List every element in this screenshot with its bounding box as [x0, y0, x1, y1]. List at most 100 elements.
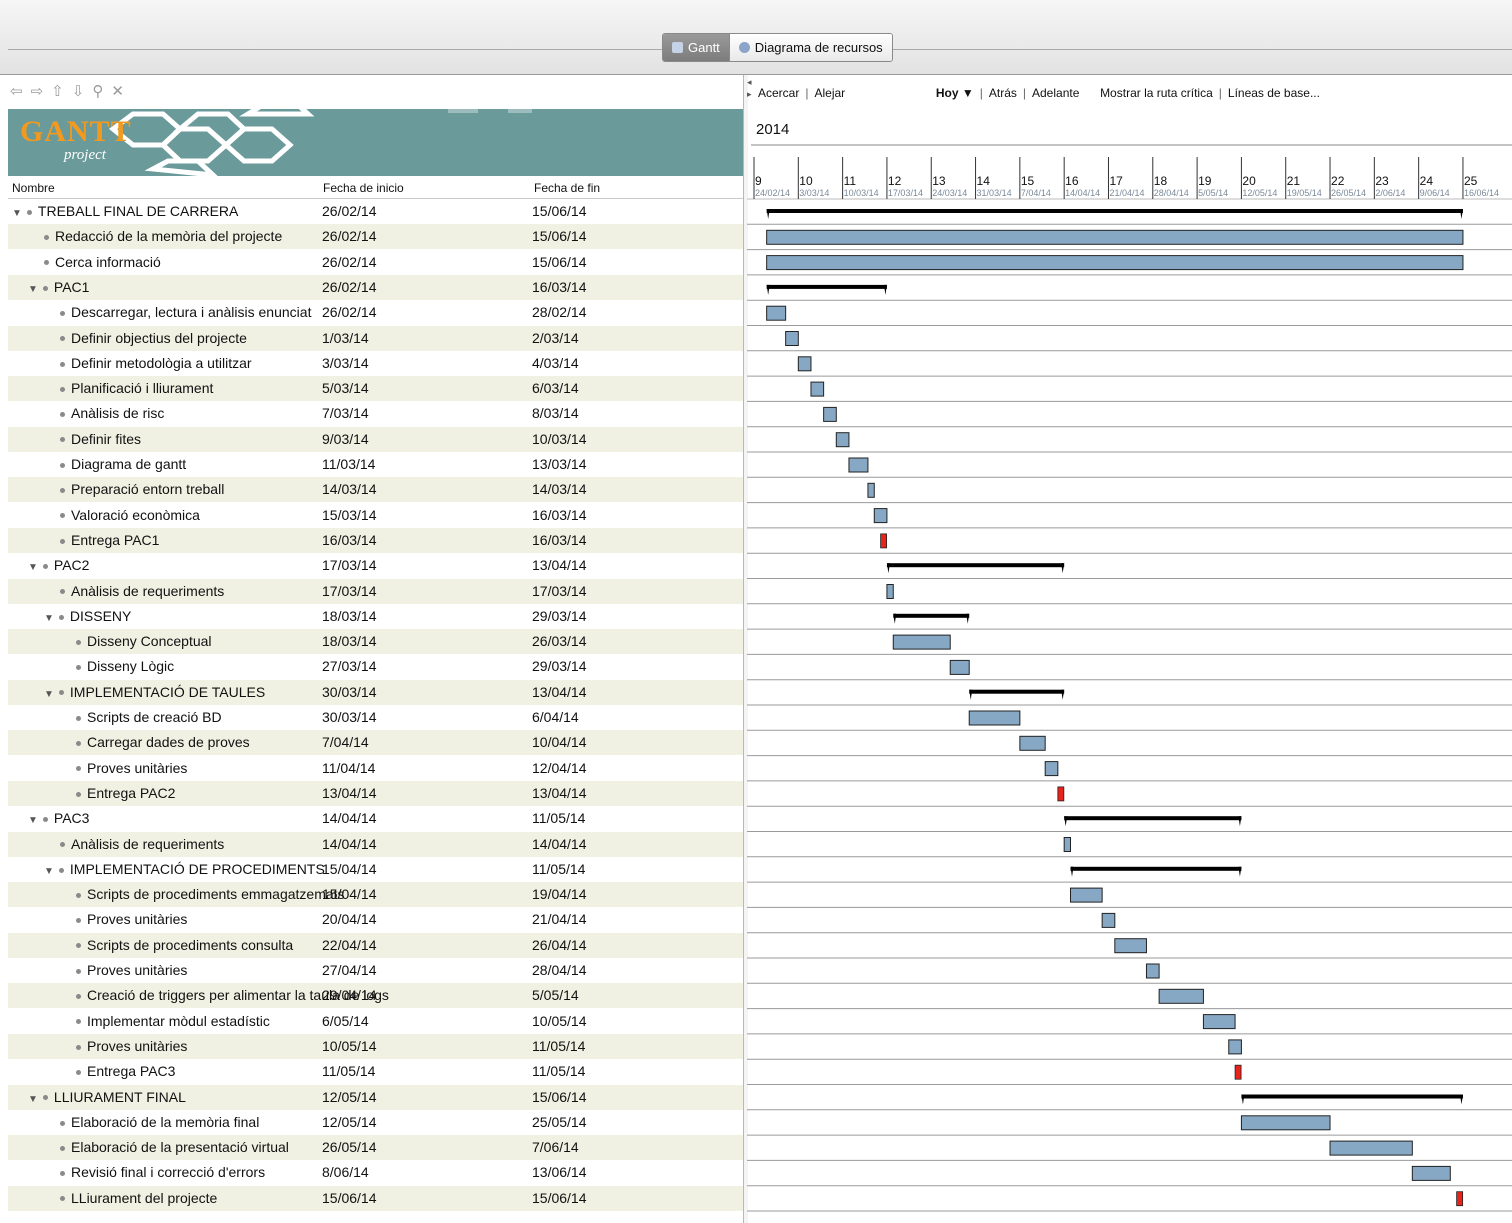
tab-gantt[interactable]: Gantt — [663, 34, 729, 61]
baselines-button[interactable]: Líneas de base... — [1228, 86, 1320, 100]
table-row[interactable]: LLiurament del projecte 15/06/14 15/06/14 — [8, 1185, 743, 1211]
task-start-cell[interactable]: 11/03/14 — [322, 456, 375, 472]
task-end-cell[interactable]: 4/03/14 — [532, 355, 579, 371]
table-row[interactable]: Creació de triggers per alimentar la tau… — [8, 983, 743, 1009]
task-end-cell[interactable]: 12/04/14 — [532, 760, 587, 776]
table-row[interactable]: Proves unitàries 20/04/14 21/04/14 — [8, 907, 743, 932]
task-name-cell[interactable]: Proves unitàries — [76, 1038, 187, 1054]
table-row[interactable]: Cerca informació 26/02/14 15/06/14 — [8, 250, 743, 275]
table-row[interactable]: Proves unitàries 27/04/14 28/04/14 — [8, 958, 743, 983]
task-end-cell[interactable]: 15/06/14 — [532, 203, 587, 219]
task-end-cell[interactable]: 16/03/14 — [532, 507, 587, 523]
task-name-cell[interactable]: ▼ PAC1 — [28, 279, 89, 295]
task-start-cell[interactable]: 14/04/14 — [322, 836, 377, 852]
collapse-triangle-icon[interactable]: ▼ — [44, 866, 54, 877]
zoom-out-button[interactable]: Alejar — [814, 86, 845, 100]
task-name-cell[interactable]: Scripts de procediments emmagatzemats — [76, 886, 345, 902]
task-end-cell[interactable]: 15/06/14 — [532, 254, 587, 270]
task-start-cell[interactable]: 26/02/14 — [322, 228, 377, 244]
task-start-cell[interactable]: 15/04/14 — [322, 861, 377, 877]
unlink-icon[interactable]: ✕ — [111, 82, 124, 100]
task-start-cell[interactable]: 7/03/14 — [322, 405, 369, 421]
task-start-cell[interactable]: 15/03/14 — [322, 507, 377, 523]
table-row[interactable]: Preparació entorn treball 14/03/14 14/03/1… — [8, 477, 743, 503]
tab-resource-diagram[interactable]: Diagrama de recursos — [728, 34, 892, 61]
task-start-cell[interactable]: 20/04/14 — [322, 911, 377, 927]
task-name-cell[interactable]: Redacció de la memòria del projecte — [44, 228, 282, 244]
task-name-cell[interactable]: Disseny Conceptual — [76, 633, 212, 649]
task-name-cell[interactable]: Diagrama de gantt — [60, 456, 186, 472]
task-name-cell[interactable]: Definir fites — [60, 431, 141, 447]
task-end-cell[interactable]: 10/05/14 — [532, 1013, 587, 1029]
arrow-right-icon[interactable]: ⇨ — [31, 82, 44, 100]
task-name-cell[interactable]: Entrega PAC3 — [76, 1063, 175, 1079]
task-end-cell[interactable]: 15/06/14 — [532, 1089, 587, 1105]
task-start-cell[interactable]: 30/03/14 — [322, 684, 377, 700]
task-name-cell[interactable]: Planificació i lliurament — [60, 380, 213, 396]
task-start-cell[interactable]: 8/06/14 — [322, 1164, 369, 1180]
table-row[interactable]: ▼ PAC3 14/04/14 11/05/14 — [8, 806, 743, 831]
task-start-cell[interactable]: 7/04/14 — [322, 734, 369, 750]
table-row[interactable]: ▼ TREBALL FINAL DE CARRERA 26/02/14 15/06/1… — [8, 199, 743, 224]
task-name-cell[interactable]: Anàlisis de risc — [60, 405, 164, 421]
task-start-cell[interactable]: 18/03/14 — [322, 633, 377, 649]
table-row[interactable]: Implementar mòdul estadístic 6/05/14 10/05… — [8, 1009, 743, 1034]
task-start-cell[interactable]: 26/02/14 — [322, 254, 377, 270]
task-start-cell[interactable]: 22/04/14 — [322, 937, 377, 953]
task-start-cell[interactable]: 15/06/14 — [322, 1190, 377, 1206]
task-end-cell[interactable]: 7/06/14 — [532, 1139, 579, 1155]
task-name-cell[interactable]: ▼ PAC3 — [28, 810, 89, 826]
task-start-cell[interactable]: 26/02/14 — [322, 279, 377, 295]
task-end-cell[interactable]: 13/04/14 — [532, 684, 587, 700]
task-name-cell[interactable]: Anàlisis de requeriments — [60, 583, 224, 599]
table-row[interactable]: Descarregar, lectura i anàlisis enunciat… — [8, 300, 743, 325]
table-row[interactable]: Revisió final i correcció d'errors 8/06/1… — [8, 1160, 743, 1185]
task-start-cell[interactable]: 18/03/14 — [322, 608, 377, 624]
task-end-cell[interactable]: 28/02/14 — [532, 304, 587, 320]
arrow-left-icon[interactable]: ⇦ — [10, 82, 23, 100]
task-end-cell[interactable]: 25/05/14 — [532, 1114, 587, 1130]
table-row[interactable]: Definir fites 9/03/14 10/03/14 — [8, 426, 743, 452]
task-end-cell[interactable]: 13/04/14 — [532, 557, 587, 573]
task-name-cell[interactable]: Implementar mòdul estadístic — [76, 1013, 270, 1029]
task-name-cell[interactable]: Definir objectius del projecte — [60, 330, 247, 346]
task-name-cell[interactable]: Disseny Lògic — [76, 658, 174, 674]
task-name-cell[interactable]: Scripts de creació BD — [76, 709, 222, 725]
task-end-cell[interactable]: 17/03/14 — [532, 583, 587, 599]
table-row[interactable]: Diagrama de gantt 11/03/14 13/03/14 — [8, 452, 743, 477]
task-end-cell[interactable]: 19/04/14 — [532, 886, 587, 902]
task-start-cell[interactable]: 17/03/14 — [322, 583, 377, 599]
task-end-cell[interactable]: 14/03/14 — [532, 481, 587, 497]
task-end-cell[interactable]: 16/03/14 — [532, 532, 587, 548]
back-button[interactable]: Atrás — [989, 86, 1017, 100]
task-start-cell[interactable]: 12/05/14 — [322, 1089, 377, 1105]
collapse-triangle-icon[interactable]: ▼ — [28, 562, 38, 573]
table-row[interactable]: Disseny Lògic 27/03/14 29/03/14 — [8, 654, 743, 679]
task-start-cell[interactable]: 3/03/14 — [322, 355, 369, 371]
task-end-cell[interactable]: 21/04/14 — [532, 911, 587, 927]
task-start-cell[interactable]: 9/03/14 — [322, 431, 369, 447]
task-end-cell[interactable]: 10/04/14 — [532, 734, 587, 750]
task-start-cell[interactable]: 1/03/14 — [322, 330, 369, 346]
today-dropdown[interactable]: Hoy ▼ — [936, 86, 974, 100]
task-end-cell[interactable]: 29/03/14 — [532, 658, 587, 674]
task-name-cell[interactable]: ▼ IMPLEMENTACIÓ DE PROCEDIMENTS — [44, 861, 325, 877]
task-name-cell[interactable]: LLiurament del projecte — [60, 1190, 217, 1206]
table-row[interactable]: Scripts de procediments consulta 22/04/14… — [8, 932, 743, 958]
task-end-cell[interactable]: 15/06/14 — [532, 1190, 587, 1206]
task-name-cell[interactable]: Proves unitàries — [76, 911, 187, 927]
task-name-cell[interactable]: Descarregar, lectura i anàlisis enunciat — [60, 304, 311, 320]
task-name-cell[interactable]: Definir metodològia a utilitzar — [60, 355, 252, 371]
table-row[interactable]: Planificació i lliurament 5/03/14 6/03/14 — [8, 376, 743, 402]
task-name-cell[interactable]: ▼ DISSENY — [44, 608, 131, 624]
column-name-header[interactable]: Nombre — [12, 181, 55, 195]
table-row[interactable]: Anàlisis de risc 7/03/14 8/03/14 — [8, 401, 743, 426]
table-row[interactable]: Definir metodològia a utilitzar 3/03/14 4/… — [8, 351, 743, 376]
task-name-cell[interactable]: Entrega PAC2 — [76, 785, 175, 801]
task-start-cell[interactable]: 29/04/14 — [322, 987, 377, 1003]
table-row[interactable]: ▼ PAC1 26/02/14 16/03/14 — [8, 274, 743, 300]
table-row[interactable]: Entrega PAC3 11/05/14 11/05/14 — [8, 1059, 743, 1084]
task-name-cell[interactable]: Entrega PAC1 — [60, 532, 159, 548]
task-name-cell[interactable]: Carregar dades de proves — [76, 734, 250, 750]
task-start-cell[interactable]: 11/05/14 — [322, 1063, 375, 1079]
